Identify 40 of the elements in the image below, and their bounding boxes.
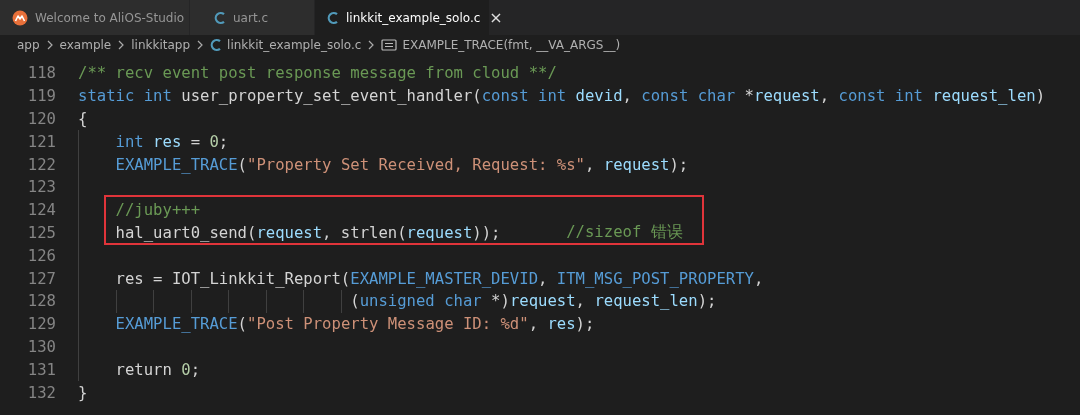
line-number: 132 — [26, 383, 56, 402]
breadcrumb-item[interactable]: linkkit_example_solo.c — [227, 38, 362, 52]
code-line: //juby+++ — [78, 198, 201, 222]
code-line: static int user_property_set_event_handler(const int devid, const char *request, const int request_len) — [78, 86, 1046, 108]
code-line: { — [78, 109, 88, 130]
line-number: 122 — [26, 155, 56, 174]
c-file-icon — [214, 10, 226, 25]
logo-icon — [12, 9, 28, 26]
code-line: EXAMPLE_TRACE("Property Set Received, Request: %s", request); — [78, 153, 689, 176]
breadcrumb-item[interactable]: app — [17, 38, 40, 52]
line-number: 127 — [26, 269, 56, 288]
code-line: EXAMPLE_TRACE("Post Property Message ID: %d", res); — [78, 312, 595, 336]
line-number: 120 — [26, 110, 56, 128]
close-icon[interactable]: × — [489, 8, 503, 27]
code-line: (unsigned char *)request, request_len); — [78, 289, 717, 313]
breadcrumb-item[interactable]: example — [59, 38, 112, 52]
code-line: return 0; — [78, 358, 201, 382]
c-file-icon — [327, 10, 339, 25]
code-line: /** recv event post response message from cloud **/ — [78, 63, 557, 85]
line-number: 121 — [26, 132, 56, 151]
editor-tab[interactable]: uart.c — [190, 0, 315, 35]
line-number: 124 — [26, 201, 56, 220]
c-file-icon — [210, 38, 223, 52]
line-number: 118 — [26, 64, 56, 83]
code-line: hal_uart0_send(request, strlen(request)); //sizeof 错误 — [78, 221, 683, 245]
code-line: int res = 0; — [78, 130, 229, 154]
line-number: 128 — [26, 292, 56, 311]
line-number: 126 — [26, 246, 56, 265]
breadcrumb-item[interactable]: linkkitapp — [131, 38, 191, 52]
line-number: 131 — [26, 360, 56, 379]
code-line: res = IOT_Linkkit_Report(EXAMPLE_MASTER_DEVID, ITM_MSG_POST_PROPERTY, — [78, 267, 764, 290]
line-number: 125 — [26, 223, 56, 242]
breadcrumb-item[interactable]: EXAMPLE_TRACE(fmt, __VA_ARGS__) — [402, 38, 621, 52]
code-line: } — [78, 382, 88, 404]
line-number: 129 — [26, 315, 56, 334]
line-number: 123 — [26, 178, 56, 197]
editor-tab[interactable]: Welcome to AliOS-Studio — [0, 0, 190, 35]
symbol-icon — [381, 38, 398, 52]
line-number: 119 — [26, 87, 56, 106]
line-number: 130 — [26, 337, 56, 356]
